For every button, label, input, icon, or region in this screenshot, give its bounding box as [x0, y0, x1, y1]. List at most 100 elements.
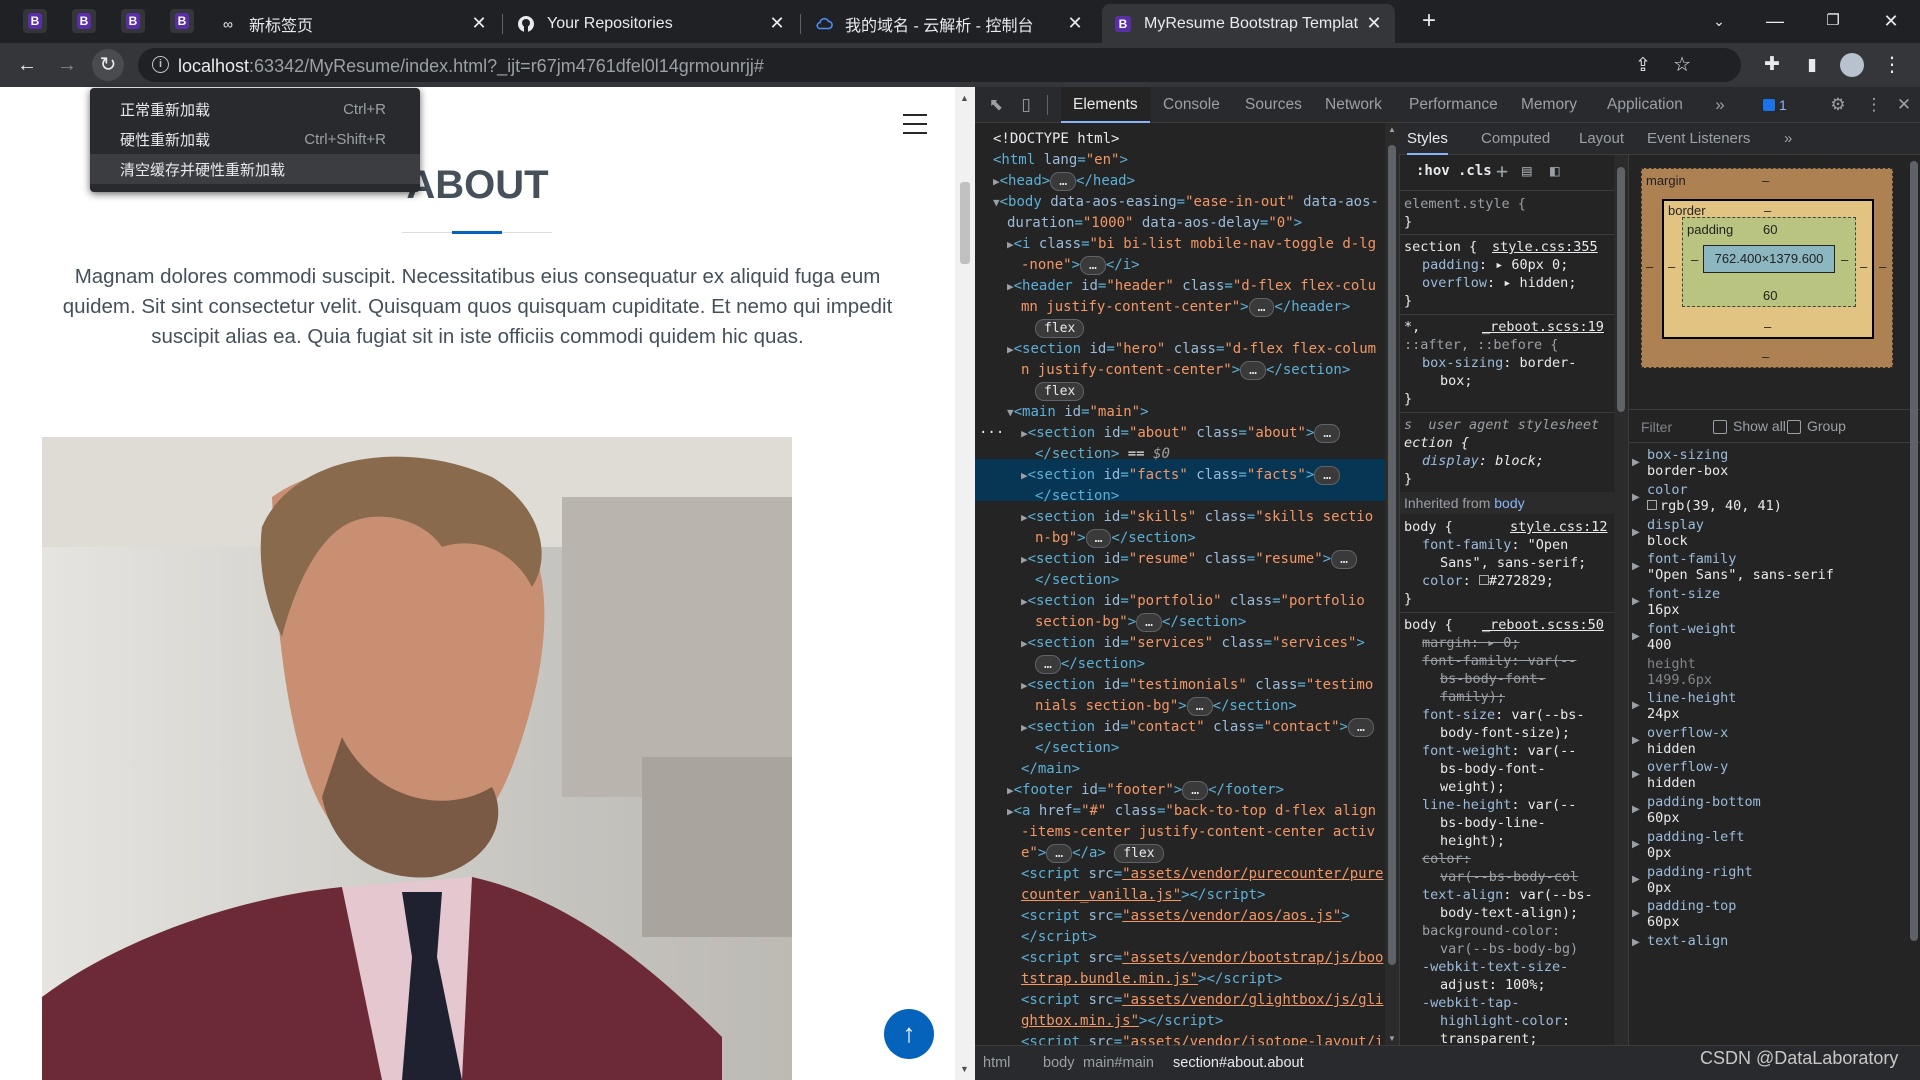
dom-line[interactable]: ▼<main id="main"> [1007, 402, 1149, 423]
more-tabs-chevron-icon[interactable]: » [1709, 94, 1731, 116]
tab-myresume[interactable]: B MyResume Bootstrap Templat ✕ [1102, 4, 1395, 43]
restore-button[interactable]: ❐ [1810, 6, 1856, 36]
dom-line[interactable]: ▶<a href="#" class="back-to-top d-flex a… [1007, 801, 1376, 822]
more-options-icon[interactable]: ⋮ [1863, 94, 1885, 116]
pinned-tab-4[interactable]: B [170, 9, 194, 33]
tab-layout[interactable]: Layout [1579, 123, 1624, 155]
new-style-rule-icon[interactable]: + [1496, 159, 1508, 183]
computed-sidebar-icon[interactable]: ◧ [1550, 161, 1560, 180]
flex-badge[interactable]: flex [1035, 381, 1085, 402]
dom-line[interactable]: ▼<body data-aos-easing="ease-in-out" dat… [993, 192, 1379, 213]
tab-memory[interactable]: Memory [1521, 87, 1577, 123]
tab-application[interactable]: Application [1607, 87, 1683, 123]
dom-line[interactable]: n justify-content-center">… </section> [1021, 360, 1350, 381]
info-icon[interactable]: i [152, 56, 169, 73]
dom-line[interactable]: mn justify-content-center">… </header> [1021, 297, 1350, 318]
address-bar[interactable]: i localhost:63342/MyResume/index.html?_i… [138, 48, 1741, 82]
dom-line[interactable]: ▶<section id="portfolio" class="portfoli… [1021, 591, 1365, 612]
source-link[interactable]: _reboot.scss:19 [1482, 318, 1604, 337]
bookmark-star-icon[interactable]: ☆ [1673, 52, 1691, 77]
close-icon[interactable]: ✕ [1066, 13, 1084, 34]
box-model-content[interactable]: 762.400×1379.600 [1703, 245, 1835, 273]
source-link[interactable]: style.css:12 [1510, 518, 1608, 537]
show-all-checkbox[interactable] [1713, 420, 1727, 434]
menu-item-empty-cache-hard-reload[interactable]: 清空缓存并硬性重新加载 [90, 154, 420, 184]
dom-line[interactable]: ▶<footer id="footer">… </footer> [1007, 780, 1284, 801]
tab-styles[interactable]: Styles [1407, 123, 1448, 155]
scrollbar-thumb[interactable] [1617, 167, 1625, 412]
menu-item-normal-reload[interactable]: 正常重新加载 Ctrl+R [90, 94, 420, 124]
close-devtools-icon[interactable]: ✕ [1893, 94, 1915, 116]
cls-toggle[interactable]: .cls [1458, 163, 1492, 179]
back-button[interactable]: ← [11, 49, 43, 81]
dom-line[interactable]: <script src="assets/vendor/glightbox/js/… [1021, 990, 1383, 1011]
tab-domain-console[interactable]: 我的域名 - 云解析 - 控制台 ✕ [803, 4, 1096, 43]
dom-line[interactable]: … </section> [1035, 654, 1145, 675]
dom-line[interactable]: </section> [1035, 738, 1119, 759]
dom-line[interactable]: -items-center justify-content-center act… [1021, 822, 1375, 843]
tab-new-tab[interactable]: ∞ 新标签页 ✕ [207, 4, 500, 43]
scroll-up-arrow-icon[interactable]: ▲ [1388, 125, 1396, 134]
dom-line[interactable]: section-bg">… </section> [1035, 612, 1246, 633]
breadcrumb-main[interactable]: main#main [1083, 1046, 1154, 1080]
dom-line[interactable]: ▶<i class="bi bi-list mobile-nav-toggle … [1007, 234, 1376, 255]
source-link[interactable]: style.css:355 [1492, 238, 1598, 257]
flex-badge[interactable]: flex [1035, 318, 1085, 339]
pinned-tab-3[interactable]: B [121, 9, 145, 33]
computed-scrollbar[interactable] [1907, 155, 1920, 1045]
dom-line[interactable]: nials section-bg">… </section> [1035, 696, 1297, 717]
breadcrumb-html[interactable]: html [983, 1046, 1010, 1080]
dom-line[interactable]: counter_vanilla.js"></script> [1021, 885, 1265, 906]
tab-sources[interactable]: Sources [1245, 87, 1302, 123]
menu-icon[interactable]: ⋮ [1876, 49, 1908, 81]
scroll-down-arrow-icon[interactable]: ▼ [960, 1064, 969, 1074]
scroll-down-arrow-icon[interactable]: ▼ [1388, 1034, 1396, 1043]
issues-badge[interactable]: 1 [1757, 95, 1793, 115]
reload-button[interactable]: ↻ [92, 49, 124, 81]
computed-filter-input[interactable]: Filter [1641, 419, 1672, 435]
hov-toggle[interactable]: :hov [1416, 163, 1450, 179]
settings-gear-icon[interactable]: ⚙ [1827, 94, 1849, 116]
mobile-nav-toggle-icon[interactable] [903, 114, 927, 134]
tab-your-repositories[interactable]: Your Repositories ✕ [505, 4, 798, 43]
tab-computed[interactable]: Computed [1481, 123, 1550, 155]
breadcrumb-body[interactable]: body [1043, 1046, 1074, 1080]
dom-line[interactable]: <script src="assets/vendor/purecounter/p… [1021, 864, 1383, 885]
scrollbar-thumb[interactable] [960, 182, 970, 264]
menu-item-hard-reload[interactable]: 硬性重新加载 Ctrl+Shift+R [90, 124, 420, 154]
minimize-button[interactable]: — [1752, 6, 1798, 36]
dom-line[interactable]: </script> [1021, 927, 1097, 948]
scroll-up-arrow-icon[interactable]: ▲ [960, 93, 969, 103]
dom-line[interactable]: duration="1000" data-aos-delay="0"> [1007, 213, 1302, 234]
dom-line[interactable]: n-bg">… </section> [1035, 528, 1196, 549]
back-to-top-button[interactable]: ↑ [884, 1009, 934, 1059]
url-text[interactable]: localhost:63342/MyResume/index.html?_ijt… [178, 56, 764, 77]
dom-line[interactable]: </main> [1021, 759, 1080, 780]
dom-line[interactable]: </section> [1035, 570, 1119, 591]
dom-line[interactable]: </section> [1035, 486, 1119, 507]
side-panel-icon[interactable]: ▮ [1796, 49, 1828, 81]
dom-line[interactable]: -none">… </i> [1021, 255, 1140, 276]
extensions-icon[interactable]: ✚ [1756, 49, 1788, 81]
styles-scrollbar[interactable] [1614, 155, 1628, 1045]
forward-button[interactable]: → [51, 49, 83, 81]
group-checkbox[interactable] [1787, 420, 1801, 434]
scrollbar-thumb[interactable] [1388, 145, 1396, 965]
breadcrumb-section-about[interactable]: section#about.about [1173, 1046, 1304, 1080]
dom-line[interactable]: <script src="assets/vendor/isotope-layou… [1021, 1032, 1383, 1045]
inspect-element-icon[interactable]: ⬉ [985, 94, 1007, 116]
dom-line[interactable]: ▶<section id="skills" class="skills sect… [1021, 507, 1373, 528]
dom-line[interactable]: ▶<section id="contact" class="contact">… [1021, 717, 1374, 738]
pinned-tab-1[interactable]: B [23, 9, 47, 33]
dom-line[interactable]: ▶<section id="facts" class="facts">… [1021, 465, 1341, 486]
dom-line[interactable]: ▶<section id="hero" class="d-flex flex-c… [1007, 339, 1376, 360]
device-toolbar-icon[interactable]: ▯ [1015, 94, 1037, 116]
dom-line[interactable]: ▶<header id="header" class="d-flex flex-… [1007, 276, 1376, 297]
dom-line[interactable]: ▶<section id="resume" class="resume">… [1021, 549, 1357, 570]
source-link[interactable]: _reboot.scss:50 [1482, 616, 1604, 635]
tab-event-listeners[interactable]: Event Listeners [1647, 123, 1750, 155]
close-icon[interactable]: ✕ [1365, 13, 1383, 34]
dom-line[interactable]: ▶<head>… </head> [993, 171, 1135, 192]
tab-elements[interactable]: Elements [1061, 87, 1150, 123]
tab-console[interactable]: Console [1163, 87, 1220, 123]
